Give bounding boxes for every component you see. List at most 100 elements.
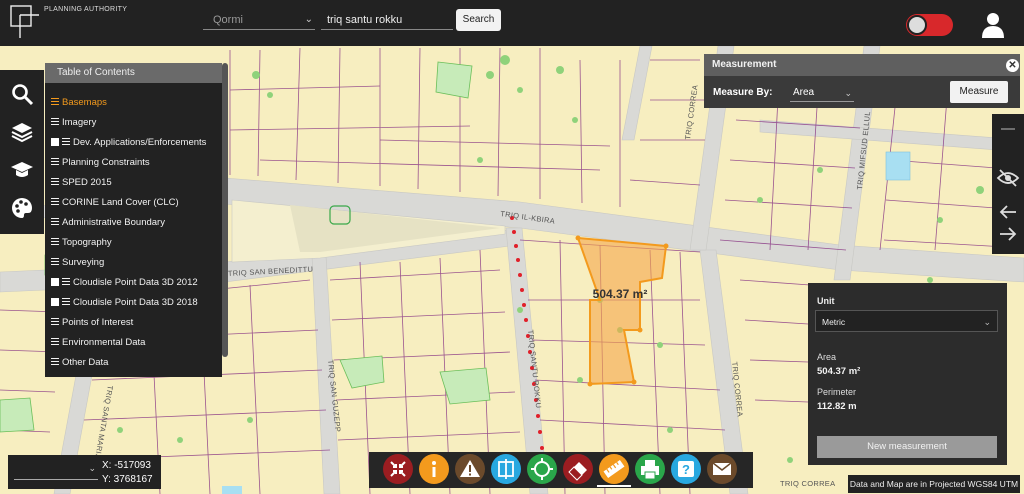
toc-item-environmental-data[interactable]: Environmental Data [51, 335, 145, 351]
search-icon[interactable] [10, 82, 34, 106]
measurement-results-panel: Unit Metric ⌄ Area 504.37 m² Perimeter 1… [808, 283, 1007, 465]
toc-item-label: CORINE Land Cover (CLC) [62, 197, 179, 208]
close-icon[interactable]: ✕ [1006, 59, 1019, 72]
coordinate-system-select[interactable]: ⌄ [14, 461, 98, 480]
right-toolbar [992, 114, 1024, 254]
toc-item-imagery[interactable]: Imagery [51, 115, 96, 131]
minus-icon[interactable] [998, 122, 1018, 136]
unit-label: Unit [817, 296, 835, 306]
help-icon[interactable]: ? [671, 454, 701, 484]
toc-item-dev-applications[interactable]: Dev. Applications/Enforcements [51, 135, 206, 151]
toc-item-sped-2015[interactable]: SPED 2015 [51, 175, 112, 191]
user-icon[interactable] [981, 12, 1005, 38]
toc-item-cloudisle-2018[interactable]: Cloudisle Point Data 3D 2018 [51, 295, 198, 311]
toc-item-label: Other Data [62, 357, 109, 368]
bottom-toolbar: ? [369, 452, 753, 488]
menu-icon [51, 358, 59, 365]
measure-button[interactable]: Measure [950, 81, 1008, 103]
print-icon[interactable] [635, 454, 665, 484]
visibility-off-icon[interactable] [996, 168, 1020, 188]
chevron-down-icon: ⌄ [304, 14, 313, 25]
perimeter-value: 112.82 m [817, 401, 857, 412]
ruler-icon[interactable] [599, 454, 629, 484]
svg-text:?: ? [682, 462, 690, 477]
email-icon[interactable] [707, 454, 737, 484]
layer-checkbox[interactable] [51, 278, 59, 286]
toc-item-label: Environmental Data [62, 337, 146, 348]
arrow-right-icon[interactable] [998, 226, 1018, 242]
toc-item-label: Dev. Applications/Enforcements [73, 137, 207, 148]
locate-icon[interactable] [527, 454, 557, 484]
menu-icon [51, 178, 59, 185]
toc-item-basemaps[interactable]: Basemaps [51, 95, 107, 111]
polygon-area-label: 504.37 m² [593, 287, 648, 301]
street-search-input[interactable]: triq santu rokku [321, 10, 453, 30]
new-measurement-button[interactable]: New measurement [817, 436, 997, 458]
menu-icon [62, 278, 70, 285]
unit-select-value: Metric [822, 317, 846, 327]
chevron-down-icon: ⌄ [88, 463, 96, 473]
toc-item-label: Imagery [62, 117, 97, 128]
toc-item-label: Points of Interest [62, 317, 134, 328]
toc-scrollbar[interactable] [222, 63, 228, 357]
area-label: Area [817, 352, 837, 362]
chevron-down-icon: ⌄ [983, 317, 991, 327]
perimeter-label: Perimeter [817, 387, 857, 397]
measure-by-select[interactable]: Area ⌄ [790, 82, 854, 102]
palette-icon[interactable] [10, 196, 34, 220]
toc-item-planning-constraints[interactable]: Planning Constraints [51, 155, 150, 171]
toc-item-topography[interactable]: Topography [51, 235, 112, 251]
menu-icon [62, 138, 70, 145]
layers-icon[interactable] [10, 120, 34, 144]
collapse-icon[interactable] [383, 454, 413, 484]
coordinate-x: X: -517093 [102, 460, 151, 471]
search-button[interactable]: Search [456, 9, 501, 31]
toc-item-corine[interactable]: CORINE Land Cover (CLC) [51, 195, 179, 211]
toc-item-other-data[interactable]: Other Data [51, 355, 108, 371]
compare-icon[interactable] [491, 454, 521, 484]
menu-icon [51, 118, 59, 125]
top-bar: PLANNING AUTHORITY Qormi ⌄ triq santu ro… [0, 0, 1024, 46]
warning-icon[interactable] [455, 454, 485, 484]
menu-icon [51, 258, 59, 265]
toc-item-label: Basemaps [62, 97, 107, 108]
toc-item-label: Surveying [62, 257, 105, 268]
menu-icon [51, 238, 59, 245]
locality-select[interactable]: Qormi ⌄ [203, 10, 315, 30]
info-icon[interactable] [419, 454, 449, 484]
left-toolbar [0, 70, 44, 234]
toc-item-label: Topography [62, 237, 112, 248]
arrow-left-icon[interactable] [998, 204, 1018, 220]
street-label: TRIQ CORREA [780, 479, 835, 488]
coordinate-y: Y: 3768167 [102, 474, 153, 485]
brand-title: PLANNING AUTHORITY [44, 6, 128, 13]
locality-select-value: Qormi [213, 14, 243, 26]
coordinate-readout: ⌄ X: -517093 Y: 3768167 [8, 455, 161, 489]
menu-icon [62, 298, 70, 305]
toc-item-points-of-interest[interactable]: Points of Interest [51, 315, 133, 331]
layer-checkbox[interactable] [51, 298, 59, 306]
menu-icon [51, 218, 59, 225]
toc-title: Table of Contents [45, 63, 222, 83]
projection-note: Data and Map are in Projected WGS84 UTM [848, 475, 1020, 493]
education-icon[interactable] [10, 158, 34, 182]
measure-by-label: Measure By: [713, 87, 773, 98]
measurement-title: Measurement [704, 54, 1020, 76]
unit-select[interactable]: Metric ⌄ [815, 310, 998, 332]
toc-item-surveying[interactable]: Surveying [51, 255, 104, 271]
area-value: 504.37 m² [817, 366, 861, 377]
toc-item-label: Cloudisle Point Data 3D 2018 [73, 297, 198, 308]
menu-icon [51, 98, 59, 105]
menu-icon [51, 318, 59, 325]
toc-item-administrative-boundary[interactable]: Administrative Boundary [51, 215, 165, 231]
toc-item-label: Administrative Boundary [62, 217, 165, 228]
planning-authority-logo-icon[interactable] [10, 5, 40, 39]
eraser-icon[interactable] [563, 454, 593, 484]
layer-checkbox[interactable] [51, 138, 59, 146]
menu-icon [51, 338, 59, 345]
table-of-contents-panel: Table of Contents Basemaps Imagery Dev. … [45, 63, 222, 377]
chevron-down-icon: ⌄ [844, 88, 852, 98]
toc-item-cloudisle-2012[interactable]: Cloudisle Point Data 3D 2012 [51, 275, 198, 291]
theme-toggle[interactable] [906, 14, 953, 36]
toc-item-label: Planning Constraints [62, 157, 150, 168]
